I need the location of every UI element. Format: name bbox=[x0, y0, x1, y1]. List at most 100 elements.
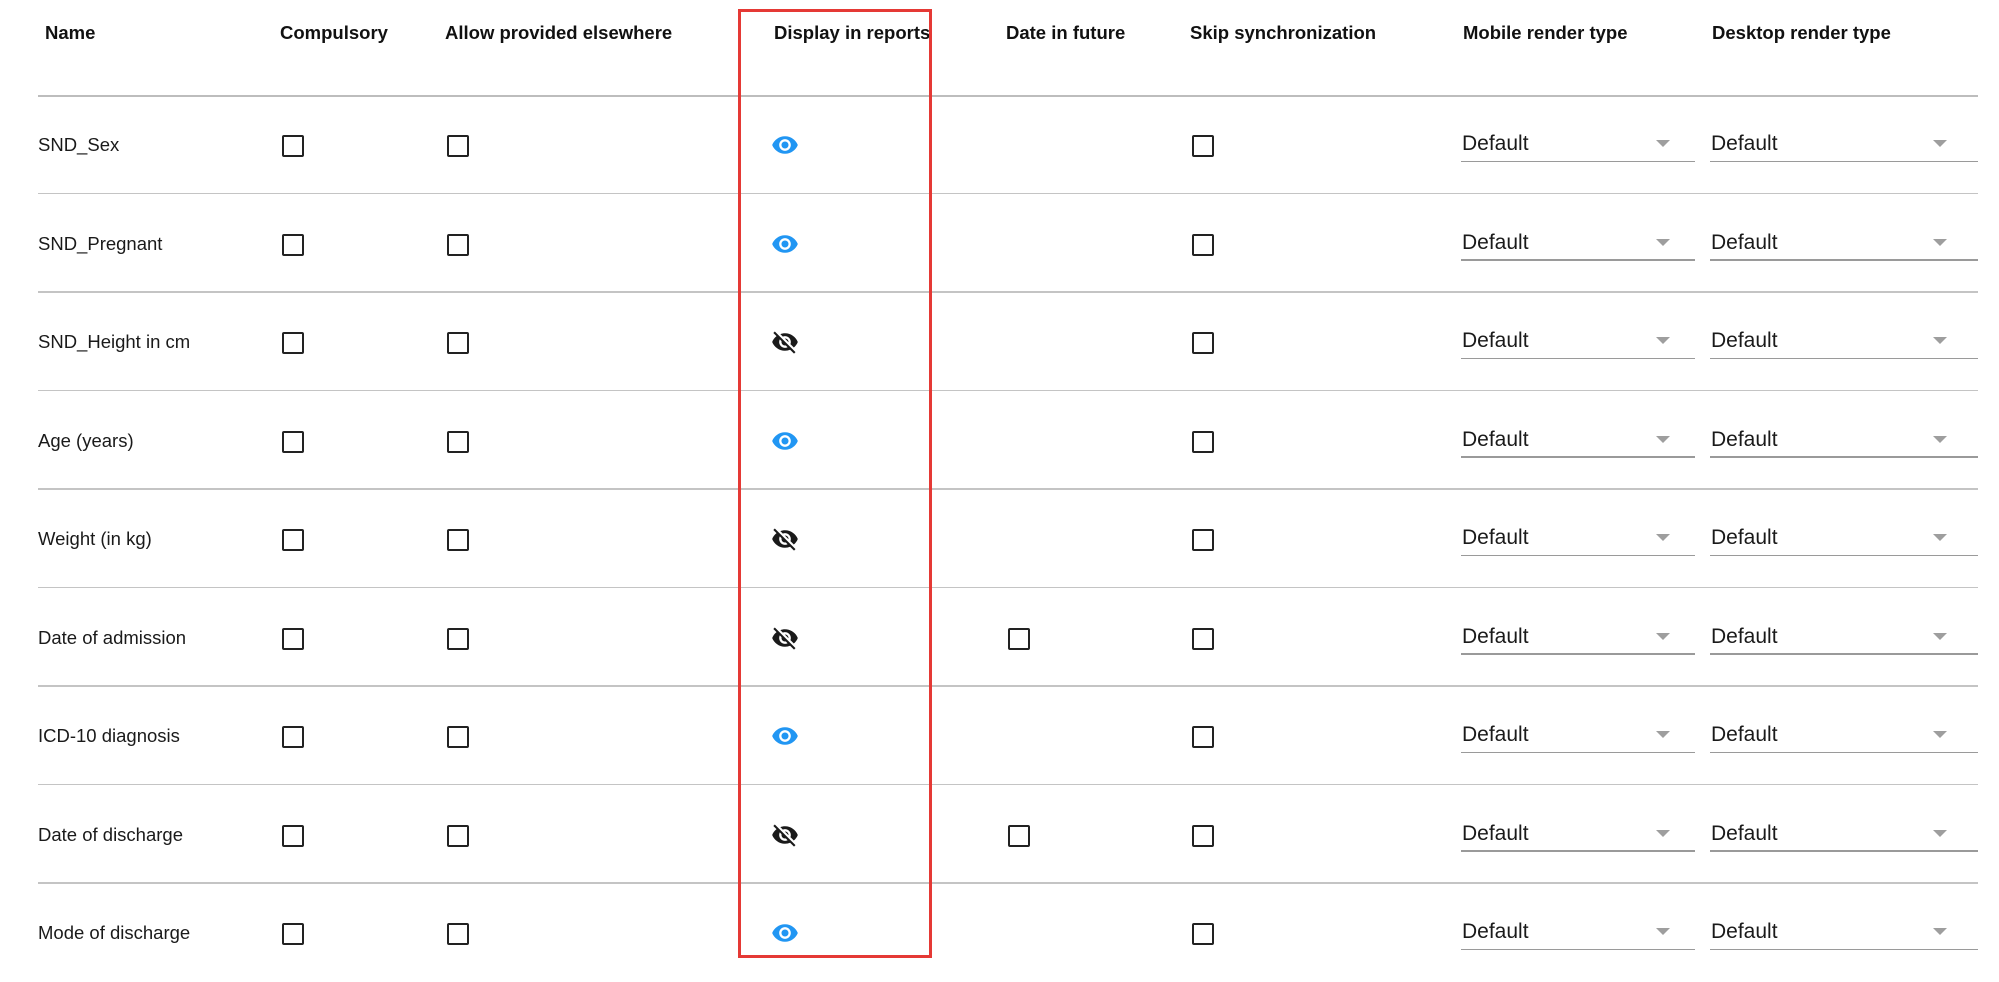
select-underline bbox=[1710, 653, 1978, 655]
select-underline bbox=[1710, 850, 1978, 852]
desktop-render-type-value: Default bbox=[1711, 821, 1778, 845]
mobile-render-type-value: Default bbox=[1462, 624, 1529, 648]
select-underline bbox=[1461, 653, 1695, 655]
table-header-row: Name Compulsory Allow provided elsewhere… bbox=[0, 0, 1999, 97]
skip-synchronization-checkbox-snd-height-in-cm[interactable] bbox=[1192, 332, 1214, 354]
row-name-snd-pregnant: SND_Pregnant bbox=[38, 232, 163, 254]
compulsory-checkbox-date-of-discharge[interactable] bbox=[282, 824, 304, 847]
eye-off-icon[interactable] bbox=[770, 821, 800, 849]
compulsory-checkbox-mode-of-discharge[interactable] bbox=[282, 923, 304, 945]
mobile-render-type-select-weight-in-kg[interactable]: Default bbox=[1461, 522, 1695, 556]
date-in-future-checkbox-date-of-admission[interactable] bbox=[1008, 627, 1030, 650]
skip-synchronization-checkbox-snd-sex[interactable] bbox=[1192, 135, 1214, 157]
desktop-render-type-select-weight-in-kg[interactable]: Default bbox=[1710, 522, 1978, 556]
compulsory-checkbox-age-years[interactable] bbox=[282, 430, 304, 453]
compulsory-checkbox-date-of-admission[interactable] bbox=[282, 627, 304, 650]
mobile-render-type-value: Default bbox=[1462, 329, 1529, 352]
compulsory-checkbox-snd-sex[interactable] bbox=[282, 135, 304, 157]
compulsory-checkbox-snd-height-in-cm[interactable] bbox=[282, 332, 304, 354]
desktop-render-type-select-mode-of-discharge[interactable]: Default bbox=[1710, 916, 1978, 950]
select-underline bbox=[1461, 259, 1695, 261]
caret-down-icon bbox=[1933, 731, 1947, 738]
allow-provided-elsewhere-checkbox-date-of-discharge[interactable] bbox=[447, 824, 469, 847]
allow-provided-elsewhere-checkbox-mode-of-discharge[interactable] bbox=[447, 923, 469, 945]
eye-icon[interactable] bbox=[770, 722, 800, 750]
table-row: Mode of discharge Default Default bbox=[0, 884, 1999, 982]
row-name-date-of-admission: Date of admission bbox=[38, 626, 187, 648]
allow-provided-elsewhere-checkbox-snd-height-in-cm[interactable] bbox=[447, 332, 469, 354]
skip-synchronization-checkbox-date-of-admission[interactable] bbox=[1192, 627, 1214, 650]
desktop-render-type-select-date-of-discharge[interactable]: Default bbox=[1710, 818, 1978, 852]
mobile-render-type-select-date-of-admission[interactable]: Default bbox=[1461, 621, 1695, 655]
select-underline bbox=[1461, 948, 1695, 950]
caret-down-icon bbox=[1933, 140, 1947, 147]
skip-synchronization-checkbox-snd-pregnant[interactable] bbox=[1192, 233, 1214, 256]
skip-synchronization-checkbox-age-years[interactable] bbox=[1192, 430, 1214, 453]
caret-down-icon bbox=[1656, 534, 1670, 541]
table-row: SND_Height in cm Default Default bbox=[0, 293, 1999, 391]
skip-synchronization-checkbox-date-of-discharge[interactable] bbox=[1192, 824, 1214, 847]
desktop-render-type-select-snd-height-in-cm[interactable]: Default bbox=[1710, 325, 1978, 359]
desktop-render-type-value: Default bbox=[1711, 329, 1778, 352]
desktop-render-type-value: Default bbox=[1711, 624, 1778, 648]
header-skip-synchronization: Skip synchronization bbox=[1190, 22, 1377, 43]
select-underline bbox=[1710, 259, 1978, 261]
eye-icon[interactable] bbox=[770, 131, 800, 159]
table-row: Age (years) Default Default bbox=[0, 392, 1999, 490]
caret-down-icon bbox=[1656, 435, 1670, 443]
row-name-snd-sex: SND_Sex bbox=[38, 134, 120, 155]
desktop-render-type-value: Default bbox=[1711, 920, 1778, 943]
row-name-age-years: Age (years) bbox=[38, 429, 134, 451]
compulsory-checkbox-icd-10-diagnosis[interactable] bbox=[282, 726, 304, 748]
desktop-render-type-select-date-of-admission[interactable]: Default bbox=[1710, 621, 1978, 655]
allow-provided-elsewhere-checkbox-age-years[interactable] bbox=[447, 430, 469, 453]
select-underline bbox=[1461, 456, 1695, 458]
mobile-render-type-value: Default bbox=[1462, 920, 1529, 943]
select-underline bbox=[1461, 850, 1695, 852]
caret-down-icon bbox=[1656, 928, 1670, 935]
select-underline bbox=[1710, 357, 1978, 359]
desktop-render-type-select-age-years[interactable]: Default bbox=[1710, 424, 1978, 458]
skip-synchronization-checkbox-weight-in-kg[interactable] bbox=[1192, 529, 1214, 551]
eye-off-icon[interactable] bbox=[770, 328, 800, 356]
mobile-render-type-select-snd-pregnant[interactable]: Default bbox=[1461, 227, 1695, 261]
date-in-future-checkbox-date-of-discharge[interactable] bbox=[1008, 824, 1030, 847]
row-name-date-of-discharge: Date of discharge bbox=[38, 823, 184, 845]
select-underline bbox=[1710, 554, 1978, 556]
caret-down-icon bbox=[1656, 238, 1670, 246]
mobile-render-type-select-snd-sex[interactable]: Default bbox=[1461, 128, 1695, 162]
eye-off-icon[interactable] bbox=[770, 624, 800, 652]
desktop-render-type-select-snd-pregnant[interactable]: Default bbox=[1710, 227, 1978, 261]
allow-provided-elsewhere-checkbox-snd-pregnant[interactable] bbox=[447, 233, 469, 256]
header-allow-provided-elsewhere: Allow provided elsewhere bbox=[445, 22, 673, 43]
skip-synchronization-checkbox-icd-10-diagnosis[interactable] bbox=[1192, 726, 1214, 748]
desktop-render-type-value: Default bbox=[1711, 132, 1778, 155]
select-underline bbox=[1461, 751, 1695, 753]
skip-synchronization-checkbox-mode-of-discharge[interactable] bbox=[1192, 923, 1214, 945]
allow-provided-elsewhere-checkbox-weight-in-kg[interactable] bbox=[447, 529, 469, 551]
desktop-render-type-select-snd-sex[interactable]: Default bbox=[1710, 128, 1978, 162]
caret-down-icon bbox=[1933, 632, 1947, 640]
allow-provided-elsewhere-checkbox-snd-sex[interactable] bbox=[447, 135, 469, 157]
desktop-render-type-select-icd-10-diagnosis[interactable]: Default bbox=[1710, 719, 1978, 753]
eye-icon[interactable] bbox=[770, 230, 800, 258]
compulsory-checkbox-weight-in-kg[interactable] bbox=[282, 529, 304, 551]
table-row: Date of discharge Default Default bbox=[0, 786, 1999, 884]
desktop-render-type-value: Default bbox=[1711, 526, 1778, 549]
compulsory-checkbox-snd-pregnant[interactable] bbox=[282, 233, 304, 256]
mobile-render-type-select-date-of-discharge[interactable]: Default bbox=[1461, 818, 1695, 852]
eye-icon[interactable] bbox=[770, 427, 800, 455]
mobile-render-type-select-mode-of-discharge[interactable]: Default bbox=[1461, 916, 1695, 950]
eye-off-icon[interactable] bbox=[770, 525, 800, 553]
mobile-render-type-select-icd-10-diagnosis[interactable]: Default bbox=[1461, 719, 1695, 753]
mobile-render-type-value: Default bbox=[1462, 821, 1529, 845]
select-underline bbox=[1710, 948, 1978, 950]
mobile-render-type-select-snd-height-in-cm[interactable]: Default bbox=[1461, 325, 1695, 359]
allow-provided-elsewhere-checkbox-date-of-admission[interactable] bbox=[447, 627, 469, 650]
mobile-render-type-select-age-years[interactable]: Default bbox=[1461, 424, 1695, 458]
eye-icon[interactable] bbox=[770, 919, 800, 947]
header-date-in-future: Date in future bbox=[1006, 22, 1126, 43]
table-row: ICD-10 diagnosis Default Default bbox=[0, 687, 1999, 785]
allow-provided-elsewhere-checkbox-icd-10-diagnosis[interactable] bbox=[447, 726, 469, 748]
header-compulsory: Compulsory bbox=[280, 22, 388, 43]
